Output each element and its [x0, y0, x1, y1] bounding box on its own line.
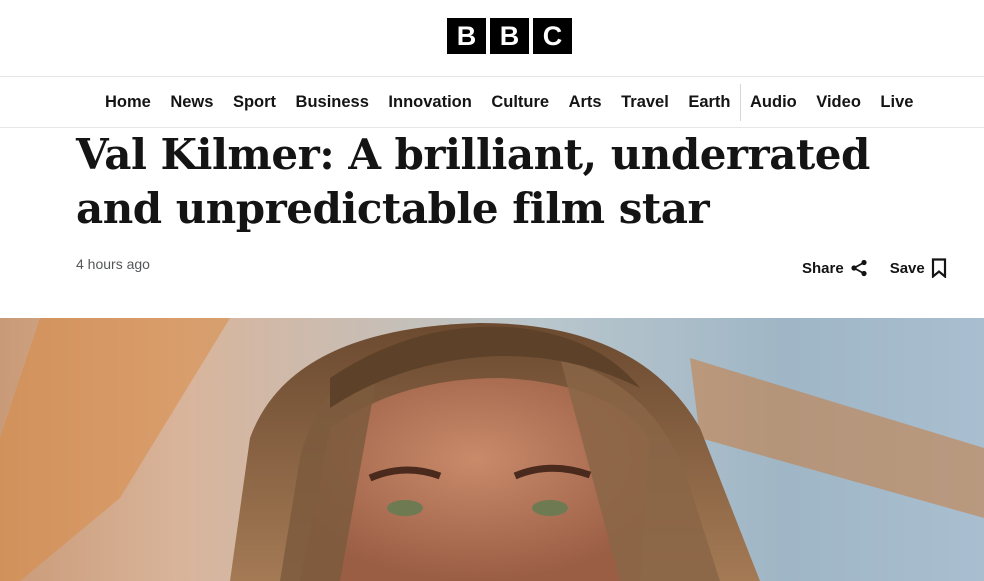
article-timestamp: 4 hours ago [76, 256, 150, 272]
nav-item-travel[interactable]: Travel [621, 77, 669, 127]
hero-image [0, 318, 984, 581]
logo-letter-b1: B [447, 18, 486, 54]
nav-item-sport[interactable]: Sport [233, 77, 276, 127]
nav-item-news[interactable]: News [170, 77, 213, 127]
nav-item-video[interactable]: Video [816, 77, 861, 127]
nav-item-business[interactable]: Business [296, 77, 369, 127]
nav-item-culture[interactable]: Culture [491, 77, 549, 127]
nav-item-live[interactable]: Live [880, 77, 913, 127]
share-button[interactable]: Share [802, 259, 868, 277]
masthead: B B C [0, 0, 984, 77]
nav-item-home[interactable]: Home [105, 77, 151, 127]
nav-item-audio[interactable]: Audio [750, 77, 797, 127]
article-headline: Val Kilmer: A brilliant, underrated and … [76, 130, 870, 233]
nav-item-arts[interactable]: Arts [569, 77, 602, 127]
save-label: Save [889, 259, 925, 277]
logo-letter-c: C [533, 18, 572, 54]
share-label: Share [802, 259, 844, 277]
nav-item-innovation[interactable]: Innovation [388, 77, 471, 127]
nav-divider [740, 83, 742, 121]
bbc-logo[interactable]: B B C [447, 18, 572, 54]
main-navigation: Home News Sport Business Innovation Cult… [0, 77, 984, 128]
article-actions: Share Save [802, 258, 947, 278]
save-button[interactable]: Save [890, 258, 947, 278]
hero-portrait [0, 318, 984, 581]
nav-item-earth[interactable]: Earth [688, 77, 730, 127]
nav-list: Home News Sport Business Innovation Cult… [105, 77, 913, 127]
logo-letter-b2: B [490, 18, 529, 54]
share-icon [850, 259, 868, 277]
bookmark-icon [931, 258, 947, 278]
